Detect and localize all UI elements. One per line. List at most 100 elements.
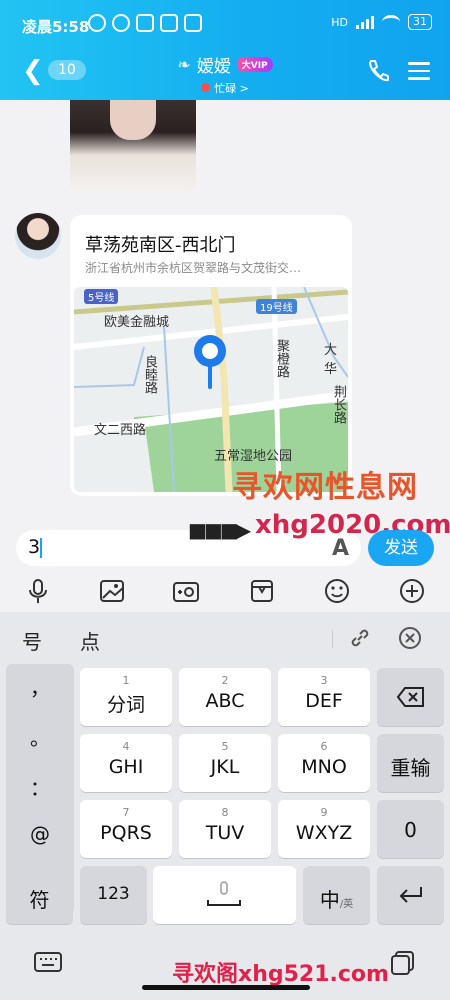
redo-key-label: 重输 (390, 756, 431, 780)
emoji-icon[interactable] (323, 577, 351, 605)
status-right: HD 31 (331, 14, 432, 30)
key-3-num: 3 (320, 674, 328, 687)
map-line5-label: 5号线 (84, 289, 119, 304)
key-1-label: 分词 (106, 694, 145, 716)
candidate-divider (332, 630, 333, 648)
numbers-key-label: 123 (97, 884, 130, 904)
symbol-key-label: 符 (29, 888, 50, 912)
punc-period[interactable]: 。 (6, 722, 74, 751)
punc-at[interactable]: @ (6, 822, 74, 846)
send-button[interactable]: 发送 (368, 530, 434, 566)
symbol-key[interactable]: 符 (6, 866, 73, 924)
key-0[interactable]: 0 (377, 800, 444, 858)
key-4[interactable]: 4 GHI (80, 734, 172, 792)
language-key-label: 中/英 (303, 884, 370, 913)
location-address: 浙江省杭州市余杭区贺翠路与文茂街交… (85, 261, 302, 275)
watermark-bottom: 寻欢阁xhg521.com (172, 962, 389, 987)
close-icon[interactable] (398, 626, 422, 650)
status-time: 凌晨5:58 (22, 18, 90, 36)
key-6[interactable]: 6 MNO (278, 734, 370, 792)
chat-header: 凌晨5:58 HD 31 ❮ 10 ❧ 嫒嫒 大VIP 忙碌 > (0, 0, 450, 100)
key-2[interactable]: 2 ABC (179, 668, 271, 726)
backspace-key[interactable] (377, 668, 444, 726)
key-6-label: MNO (301, 756, 347, 778)
menu-icon[interactable] (408, 62, 430, 80)
enter-icon (399, 887, 422, 903)
busy-status-icon (201, 83, 211, 92)
key-2-num: 2 (221, 674, 229, 687)
language-zh: 中 (319, 888, 340, 912)
contact-status-text: 忙碌 > (214, 81, 249, 95)
key-5-num: 5 (221, 740, 229, 753)
key-4-label: GHI (108, 756, 144, 778)
home-indicator[interactable] (142, 985, 310, 990)
link-icon[interactable] (348, 626, 372, 650)
key-5[interactable]: 5 JKL (179, 734, 271, 792)
enter-key[interactable] (377, 866, 444, 924)
key-8-label: TUV (205, 822, 245, 844)
hd-label: HD (331, 15, 348, 29)
voice-input-icon (207, 881, 241, 906)
input-value: 3 (28, 536, 41, 558)
chat-toolbar (0, 573, 450, 611)
candidate-bar: 号 点 (0, 612, 450, 664)
key-7[interactable]: 7 PQRS (80, 800, 172, 858)
wifi-icon (382, 15, 400, 29)
key-7-label: PQRS (100, 822, 152, 844)
key-5-label: JKL (210, 756, 240, 778)
redo-key[interactable]: 重输 (377, 734, 444, 792)
candidate-2[interactable]: 点 (80, 626, 100, 655)
map-road-jingchang: 荆长路 (331, 385, 346, 424)
key-3[interactable]: 3 DEF (278, 668, 370, 726)
punc-comma[interactable]: ， (6, 672, 74, 701)
location-title: 草荡苑南区-西北门 (85, 235, 236, 256)
contact-name[interactable]: 嫒嫒 (197, 52, 231, 77)
key-6-num: 6 (320, 740, 328, 753)
photo-message[interactable] (70, 100, 196, 192)
image-icon[interactable] (98, 577, 126, 605)
key-9-label: WXYZ (295, 822, 353, 844)
contact-status[interactable]: 忙碌 > (201, 80, 249, 96)
clipboard-icon[interactable] (390, 950, 416, 976)
status-bar: 凌晨5:58 HD 31 (0, 0, 450, 48)
language-key[interactable]: 中/英 (303, 866, 370, 924)
numbers-key[interactable]: 123 (80, 866, 147, 924)
vip-badge: 大VIP (236, 57, 273, 72)
alarm-icon (112, 14, 130, 32)
language-en: /英 (339, 899, 354, 910)
shield-icon (184, 14, 202, 32)
app-notification-icon-2 (160, 14, 178, 32)
map-poi-ouemei: 欧美金融城 (104, 315, 170, 330)
space-key[interactable] (153, 866, 296, 924)
box-icon[interactable] (248, 577, 276, 605)
key-8[interactable]: 8 TUV (179, 800, 271, 858)
map-road-wenerxi: 文二西路 (94, 423, 147, 438)
key-8-num: 8 (221, 806, 229, 819)
message-input-text: 3 (28, 536, 43, 558)
app-notification-icon (136, 14, 154, 32)
phone-icon[interactable] (366, 58, 390, 84)
key-1[interactable]: 1 分词 (80, 668, 172, 726)
text-cursor (40, 537, 43, 558)
keyboard: 号 点 ， 。 ： @ 1 分词 2 ABC 3 DEF 4 GHI 5 JKL 6 MNO… (0, 612, 450, 1000)
watermark-top: 寻欢网性息网 (232, 470, 418, 505)
location-message[interactable]: 草荡苑南区-西北门 浙江省杭州市余杭区贺翠路与文茂街交… 5号线 19号线 欧美… (70, 215, 352, 496)
status-icons (88, 14, 202, 32)
camera-icon[interactable] (172, 577, 200, 605)
key-3-label: DEF (305, 690, 343, 712)
candidate-1[interactable]: 号 (22, 626, 42, 655)
battery-icon: 31 (408, 14, 432, 30)
map-line19-label: 19号线 (256, 299, 297, 314)
key-9[interactable]: 9 WXYZ (278, 800, 370, 858)
key-4-num: 4 (122, 740, 130, 753)
keyboard-switch-icon[interactable] (34, 950, 62, 974)
key-9-num: 9 (320, 806, 328, 819)
sender-avatar[interactable] (15, 213, 61, 259)
microphone-icon[interactable] (24, 577, 52, 605)
photo-face (110, 100, 156, 140)
punc-colon[interactable]: ： (6, 772, 74, 801)
ear-icon: ❧ (177, 55, 191, 74)
map-poi-dahua: 大华 (324, 343, 338, 377)
mute-icon (88, 14, 106, 32)
plus-icon[interactable] (398, 577, 426, 605)
